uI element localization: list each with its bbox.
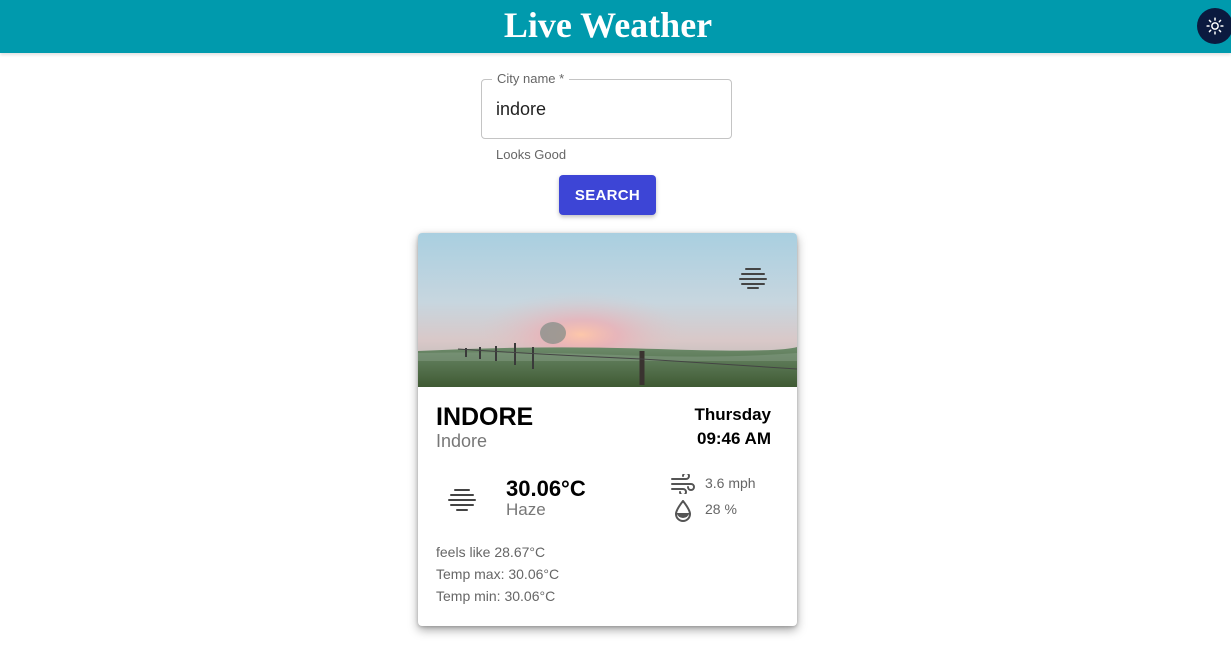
helper-text: Looks Good [496,147,567,162]
weather-card: INDORE Indore Thursday 09:46 AM 30.06°C … [418,233,797,626]
weather-image [418,233,797,387]
feels-like-text: feels like 28.67°C [436,544,546,560]
haze-icon [739,268,767,289]
sun-icon [1206,17,1224,35]
app-bar: Live Weather [0,0,1231,53]
search-button[interactable]: SEARCH [559,175,656,215]
day-label: Thursday [694,405,771,424]
humidity-value: 28 % [705,501,737,517]
city-name-label: City name * [492,71,570,86]
app-title: Live Weather [503,5,713,45]
temp-min-text: Temp min: 30.06°C [436,588,556,604]
water-drop-icon [674,500,692,522]
wind-icon [671,474,695,494]
condition-label: Haze [506,500,546,519]
time-label: 09:46 AM [696,429,771,448]
wind-speed-value: 3.6 mph [705,475,756,491]
theme-toggle-button[interactable] [1197,8,1231,44]
city-name-field[interactable]: City name * [481,71,732,139]
temp-max-text: Temp max: 30.06°C [436,566,560,582]
city-name: INDORE [436,403,534,431]
haze-icon [448,489,476,511]
city-name-input[interactable] [496,96,716,122]
city-subtitle: Indore [436,431,488,451]
temperature-value: 30.06°C [506,476,586,501]
